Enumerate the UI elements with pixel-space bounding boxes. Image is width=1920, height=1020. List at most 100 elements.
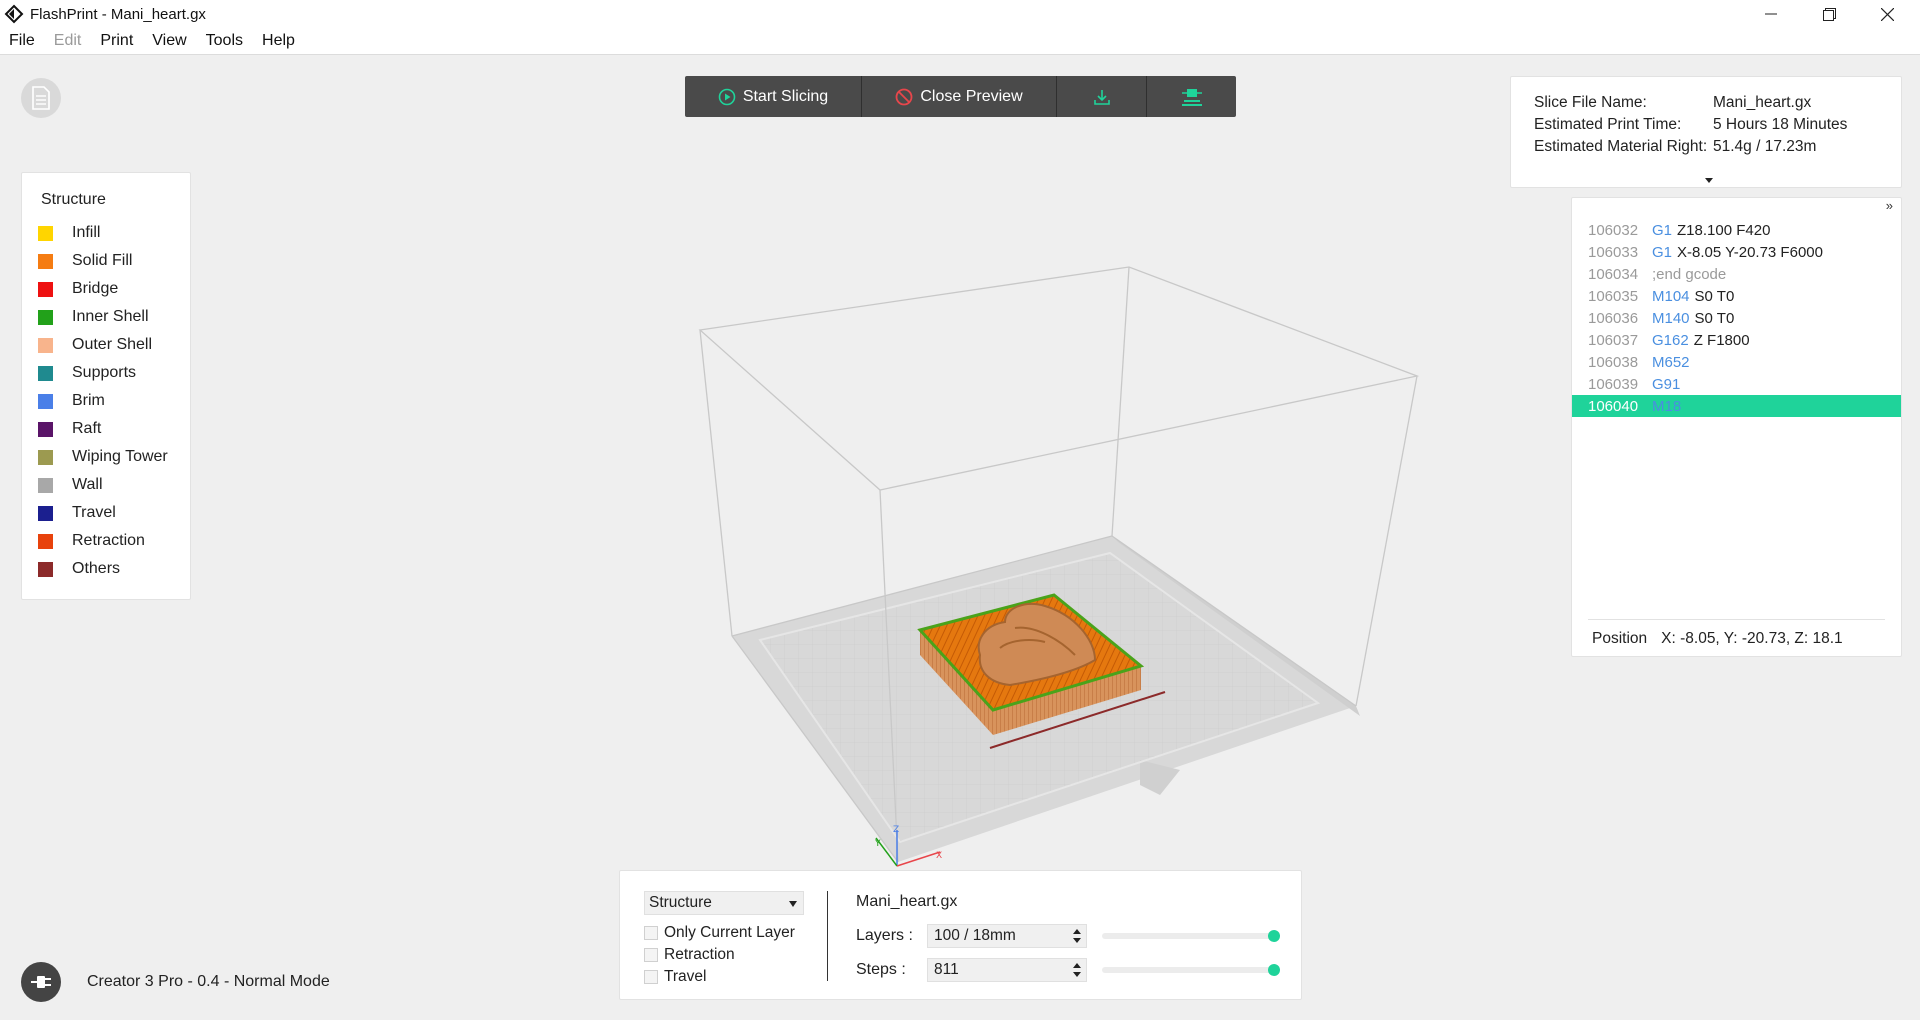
display-mode-select[interactable]: Structure [644,891,804,915]
divider [827,891,828,981]
steps-slider[interactable] [1102,964,1280,976]
layers-slider[interactable] [1102,930,1280,942]
start-slicing-label: Start Slicing [742,87,829,105]
expand-panel-icon[interactable]: » [1886,198,1893,213]
legend-item: Inner Shell [22,303,190,331]
slice-info-panel: Slice File Name: Mani_heart.gx Estimated… [1510,76,1902,188]
layers-label: Layers : [856,927,913,944]
gcode-args: Z18.100 F420 [1677,221,1771,239]
gcode-args: S0 T0 [1694,309,1735,327]
collapse-caret-icon[interactable] [1705,178,1713,183]
spin-arrows-icon[interactable] [1073,928,1081,944]
gcode-args: Z F1800 [1693,331,1750,349]
restore-button[interactable] [1800,0,1858,28]
checkbox-label: Retraction [664,946,735,963]
export-button[interactable] [1057,76,1147,117]
legend-item: Outer Shell [22,331,190,359]
gcode-line[interactable]: 106038 M652 [1572,351,1901,373]
gcode-command: M140 [1652,309,1690,327]
legend-title: Structure [41,191,106,208]
svg-text:X: X [936,851,942,861]
legend-swatch [38,561,53,577]
send-to-printer-button[interactable] [1147,76,1236,117]
close-icon [1880,7,1894,21]
legend-label: Brim [72,392,105,409]
gcode-line[interactable]: 106036 M140 S0 T0 [1572,307,1901,329]
gcode-line-selected[interactable]: 106040 M18 [1572,395,1901,417]
legend-label: Retraction [72,532,145,549]
layers-value: 100 / 18mm [934,927,1016,944]
gcode-line[interactable]: 106032 G1 Z18.100 F420 [1572,219,1901,241]
info-label: Estimated Print Time: [1534,116,1682,133]
printer-connection-button[interactable] [21,962,61,1002]
dropdown-arrow-icon [789,901,797,907]
legend-label: Inner Shell [72,308,149,325]
legend-item: Solid Fill [22,247,190,275]
slider-handle[interactable] [1268,930,1280,942]
gcode-line[interactable]: 106033 G1 X-8.05 Y-20.73 F6000 [1572,241,1901,263]
legend-label: Outer Shell [72,336,153,353]
line-number: 106038 [1588,353,1639,371]
minimize-button[interactable] [1742,0,1800,28]
gcode-line[interactable]: 106035 M104 S0 T0 [1572,285,1901,307]
checkbox-box[interactable] [644,948,658,962]
menu-edit[interactable]: Edit [45,32,92,50]
position-value: X: -8.05, Y: -20.73, Z: 18.1 [1661,629,1843,647]
checkbox-box[interactable] [644,970,658,984]
legend-item: Travel [22,499,190,527]
menu-view[interactable]: View [143,32,196,50]
steps-label: Steps : [856,961,906,978]
legend-item: Wiping Tower [22,443,190,471]
preview-controls-panel: Structure Only Current Layer Retraction … [619,870,1302,1000]
slider-handle[interactable] [1268,964,1280,976]
menu-tools[interactable]: Tools [197,32,253,50]
start-slicing-button[interactable]: Start Slicing [685,76,862,117]
close-preview-button[interactable]: Close Preview [862,76,1057,117]
legend-swatch [38,309,53,325]
document-icon [32,86,50,110]
legend-label: Solid Fill [72,252,133,269]
legend-label: Bridge [72,280,119,297]
close-preview-label: Close Preview [920,87,1023,105]
gcode-line[interactable]: 106034 ;end gcode [1572,263,1901,285]
gcode-line[interactable]: 106037 G162 Z F1800 [1572,329,1901,351]
only-current-layer-checkbox[interactable]: Only Current Layer [644,924,795,942]
line-number: 106032 [1588,221,1639,239]
checkbox-label: Only Current Layer [664,924,795,941]
gcode-view-button[interactable] [21,78,61,118]
layers-spinbox[interactable]: 100 / 18mm [927,924,1087,948]
info-row-material: Estimated Material Right: 51.4g / 17.23m [1511,136,1901,158]
spin-arrows-icon[interactable] [1073,962,1081,978]
preview-file-name: Mani_heart.gx [856,893,958,910]
steps-spinbox[interactable]: 811 [927,958,1087,982]
gcode-line[interactable]: 106039 G91 [1572,373,1901,395]
legend-label: Others [72,560,121,577]
legend-item: Bridge [22,275,190,303]
preview-toolbar: Start Slicing Close Preview [685,76,1236,117]
svg-text:Z: Z [893,825,899,835]
menu-file[interactable]: File [0,32,45,50]
info-value: Mani_heart.gx [1713,94,1812,111]
machine-status: Creator 3 Pro - 0.4 - Normal Mode [21,962,330,1002]
menu-print[interactable]: Print [91,32,143,50]
legend-label: Wall [72,476,103,493]
checkbox-box[interactable] [644,926,658,940]
svg-text:Y: Y [874,839,881,849]
machine-status-text: Creator 3 Pro - 0.4 - Normal Mode [87,973,330,990]
line-number: 106039 [1588,375,1639,393]
window-title: FlashPrint - Mani_heart.gx [30,5,206,23]
checkbox-label: Travel [664,968,707,985]
legend-label: Supports [72,364,137,381]
legend-item: Infill [22,219,190,247]
travel-checkbox[interactable]: Travel [644,968,707,986]
info-label: Slice File Name: [1534,94,1647,111]
menu-bar: File Edit Print View Tools Help [0,28,1920,55]
plug-icon [31,976,51,988]
retraction-checkbox[interactable]: Retraction [644,946,735,964]
display-mode-value: Structure [649,894,712,911]
menu-help[interactable]: Help [253,32,305,50]
legend-item: Retraction [22,527,190,555]
close-window-button[interactable] [1858,0,1916,28]
gcode-lines[interactable]: 106032 G1 Z18.100 F420 106033 G1 X-8.05 … [1572,219,1901,417]
legend-item: Others [22,555,190,583]
